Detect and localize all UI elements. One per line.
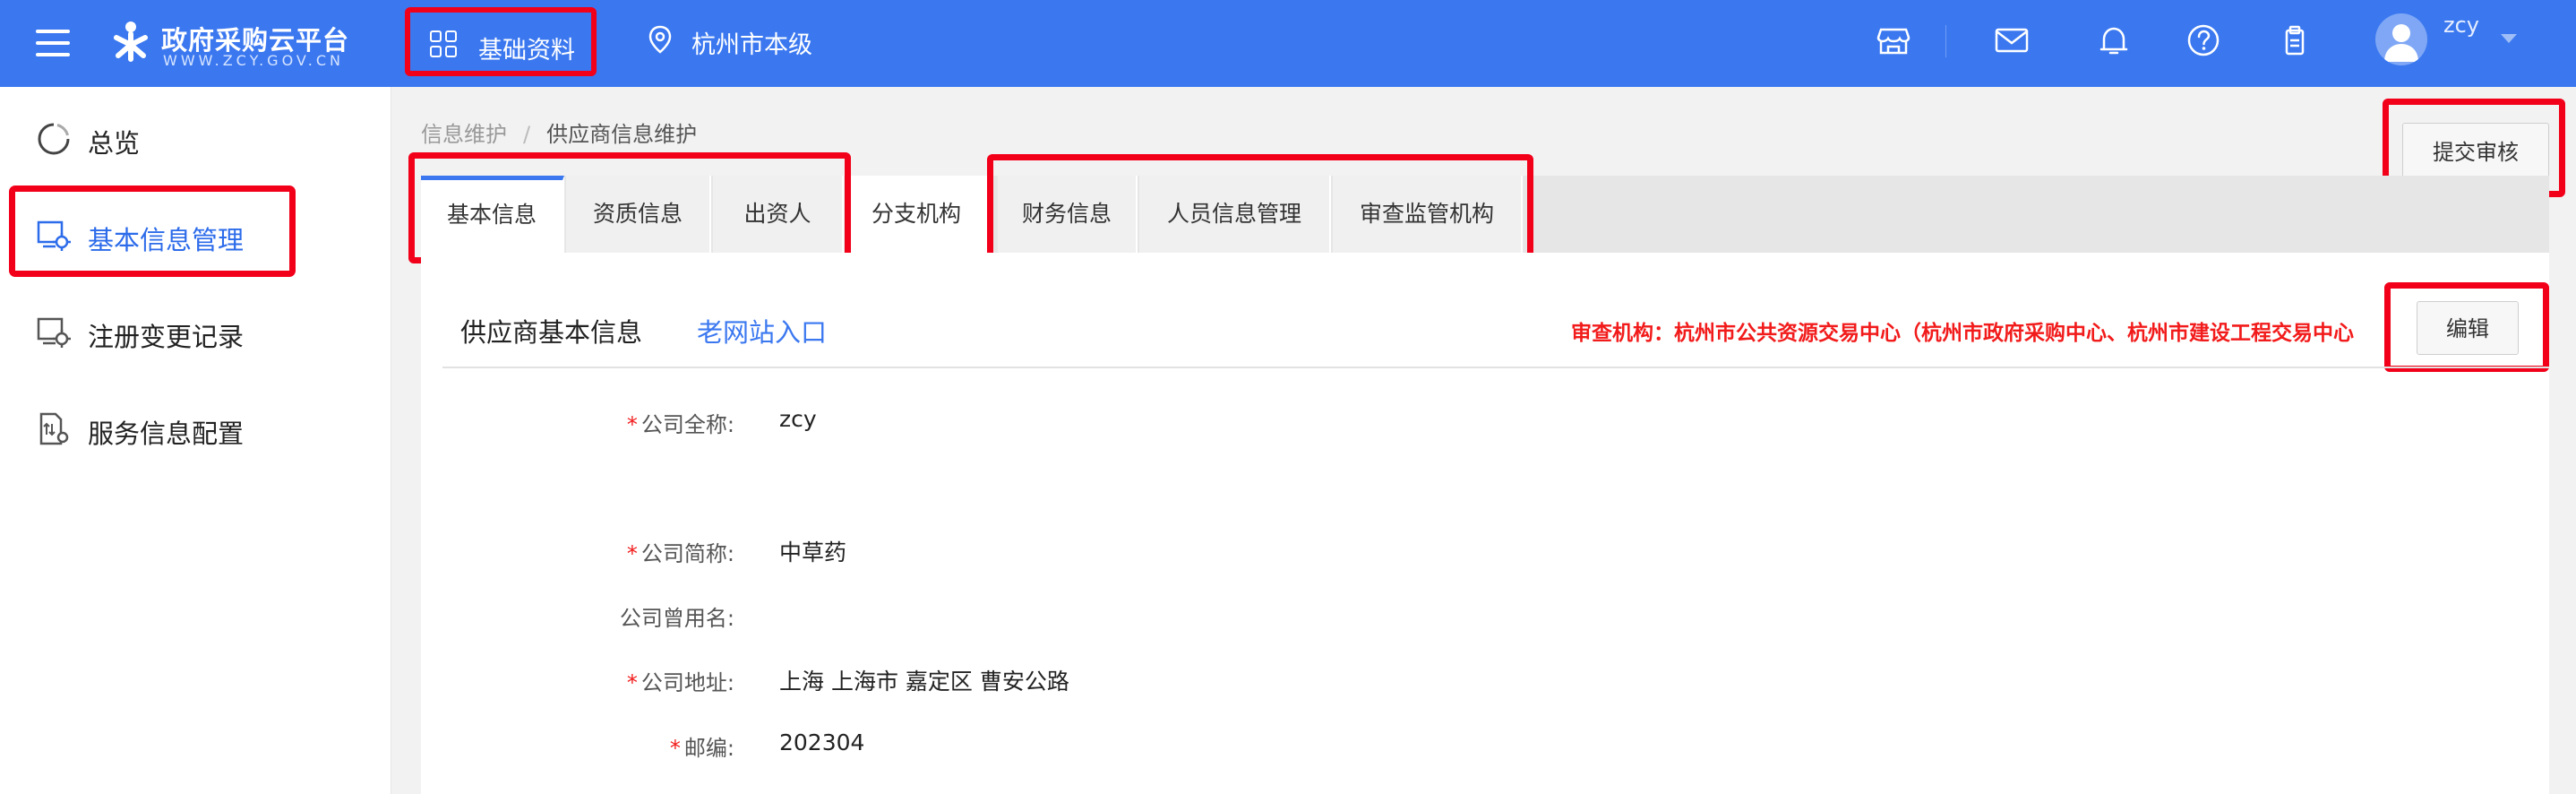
- nav-basic-data[interactable]: 基础资料: [405, 7, 597, 76]
- breadcrumb-current: 供应商信息维护: [546, 122, 698, 147]
- sidebar-item-label: 基本信息管理: [88, 225, 245, 255]
- highlight-box: [987, 154, 1533, 265]
- required-mark: *: [626, 541, 638, 566]
- grid-icon: [430, 30, 457, 57]
- sidebar-item-service-config[interactable]: 服务信息配置: [0, 386, 391, 467]
- breadcrumb-parent[interactable]: 信息维护: [421, 122, 507, 147]
- help-icon[interactable]: [2185, 22, 2221, 58]
- location-pin-icon: [648, 25, 672, 54]
- sidebar-item-overview[interactable]: 总览: [0, 96, 391, 177]
- highlight-box: [408, 152, 851, 263]
- required-mark: *: [626, 670, 638, 695]
- service-config-icon: [39, 412, 69, 445]
- nav-basic-data-label: 基础资料: [478, 37, 575, 65]
- info-settings-icon: [37, 220, 71, 251]
- toolbar-separator: [1945, 25, 1946, 57]
- sidebar-item-basic-info[interactable]: 基本信息管理: [0, 186, 391, 277]
- field-value-address: 上海 上海市 嘉定区 曹安公路: [779, 669, 1069, 695]
- sidebar-item-label: 服务信息配置: [88, 419, 245, 449]
- sidebar: 总览 基本信息管理 注册变更记录 服务信息配置: [0, 87, 391, 794]
- top-navigation-bar: 政府采购云平台 WWW.ZCY.GOV.CN 基础资料 杭州市本级 zcy: [0, 0, 2576, 87]
- field-label-full-name: * 公司全称:: [626, 412, 734, 437]
- breadcrumb-separator: /: [523, 122, 531, 147]
- change-record-icon: [37, 317, 71, 348]
- field-value-full-name: zcy: [779, 406, 817, 432]
- breadcrumb: 信息维护 / 供应商信息维护: [421, 117, 697, 148]
- submit-review-button[interactable]: 提交审核: [2402, 123, 2549, 180]
- field-label-short-name: * 公司简称:: [626, 541, 734, 566]
- bell-icon[interactable]: [2096, 22, 2132, 58]
- nav-region-label: 杭州市本级: [691, 31, 812, 59]
- edit-button[interactable]: 编辑: [2417, 301, 2519, 355]
- avatar[interactable]: [2375, 13, 2427, 65]
- chevron-down-icon[interactable]: [2501, 34, 2517, 43]
- sidebar-item-change-records[interactable]: 注册变更记录: [0, 289, 391, 370]
- menu-icon[interactable]: [36, 30, 70, 56]
- user-name[interactable]: zcy: [2443, 13, 2479, 38]
- field-label-former-name: 公司曾用名:: [619, 606, 734, 631]
- panel-title: 供应商基本信息: [460, 317, 643, 348]
- required-mark: *: [669, 736, 681, 761]
- tab-branches[interactable]: 分支机构: [846, 176, 989, 253]
- divider: [442, 367, 2549, 368]
- user-icon: [2384, 24, 2418, 62]
- field-value-postcode: 202304: [779, 729, 865, 755]
- store-icon[interactable]: [1876, 22, 1911, 58]
- sidebar-item-label: 总览: [88, 128, 141, 159]
- zcy-logo-icon: [114, 22, 148, 62]
- clipboard-icon[interactable]: [2277, 22, 2313, 58]
- field-value-short-name: 中草药: [779, 539, 847, 565]
- mail-icon[interactable]: [1994, 22, 2030, 58]
- sidebar-item-label: 注册变更记录: [88, 322, 245, 352]
- old-site-link[interactable]: 老网站入口: [697, 312, 827, 350]
- audit-org-text: 审查机构：杭州市公共资源交易中心（杭州市政府采购中心、杭州市建设工程交易中心: [1571, 322, 2354, 345]
- logo-subtitle: WWW.ZCY.GOV.CN: [163, 52, 344, 69]
- field-label-address: * 公司地址:: [626, 670, 734, 695]
- field-label-postcode: * 邮编:: [669, 736, 734, 761]
- required-mark: *: [626, 412, 638, 437]
- overview-icon: [38, 123, 70, 155]
